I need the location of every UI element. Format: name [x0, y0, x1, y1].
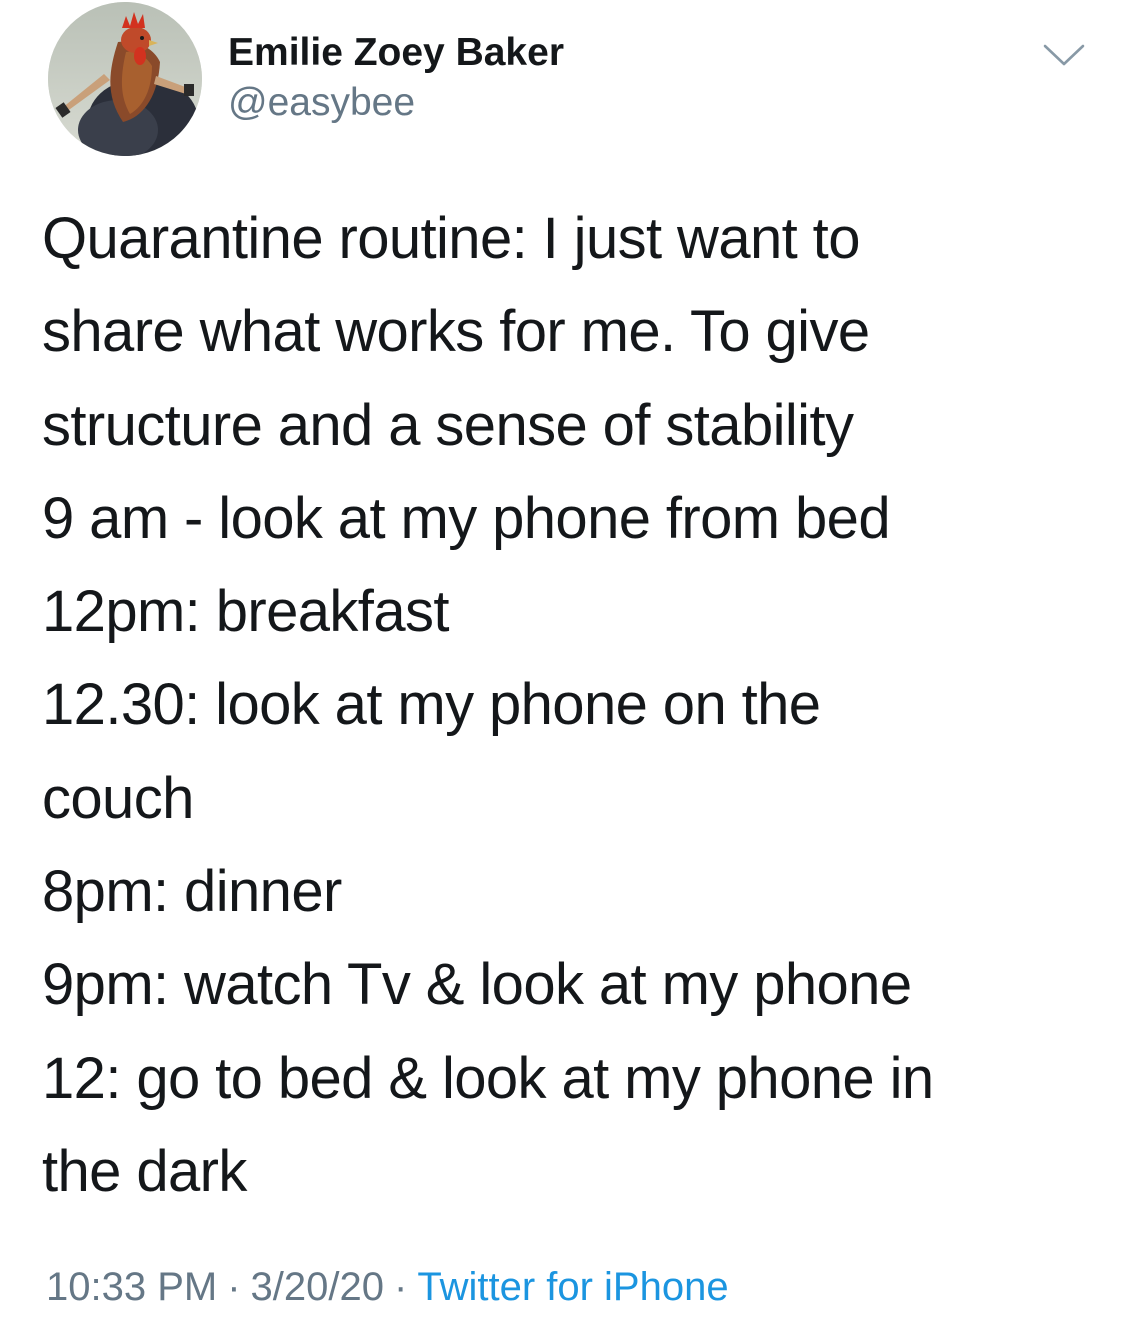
author-display-name[interactable]: Emilie Zoey Baker — [228, 28, 564, 78]
tweet-line: 12.30: look at my phone on the — [42, 672, 821, 738]
meta-separator: · — [227, 1265, 241, 1309]
tweet-text: Quarantine routine: I just want to share… — [42, 192, 1102, 1218]
tweet-date: 3/20/20 — [250, 1265, 385, 1309]
author-names: Emilie Zoey Baker @easybee — [228, 28, 564, 128]
tweet-line: 9pm: watch Tv & look at my phone — [42, 952, 912, 1018]
tweet-line: couch — [42, 765, 194, 831]
tweet-line: 12: go to bed & look at my phone in — [42, 1045, 934, 1111]
author-handle[interactable]: @easybee — [228, 78, 564, 128]
tweet-line: Quarantine routine: I just want to — [42, 206, 860, 271]
tweet-detail: Emilie Zoey Baker @easybee Quarantine ro… — [0, 0, 1125, 1342]
tweet-header: Emilie Zoey Baker @easybee — [48, 2, 1088, 158]
tweet-source-link[interactable]: Twitter for iPhone — [417, 1265, 728, 1309]
tweet-meta: 10:33 PM · 3/20/20 · Twitter for iPhone — [46, 1262, 729, 1312]
tweet-time: 10:33 PM — [46, 1265, 218, 1309]
chevron-down-icon[interactable] — [1041, 40, 1087, 70]
rooster-avatar-icon[interactable] — [48, 2, 202, 156]
tweet-line: share what works for me. To give — [42, 299, 870, 365]
tweet-line: 8pm: dinner — [42, 859, 342, 925]
tweet-line: 9 am - look at my phone from bed — [42, 485, 891, 551]
tweet-line: 12pm: breakfast — [42, 579, 449, 645]
meta-separator: · — [394, 1265, 408, 1309]
tweet-line: the dark — [42, 1138, 247, 1204]
tweet-line: structure and a sense of stability — [42, 392, 854, 458]
